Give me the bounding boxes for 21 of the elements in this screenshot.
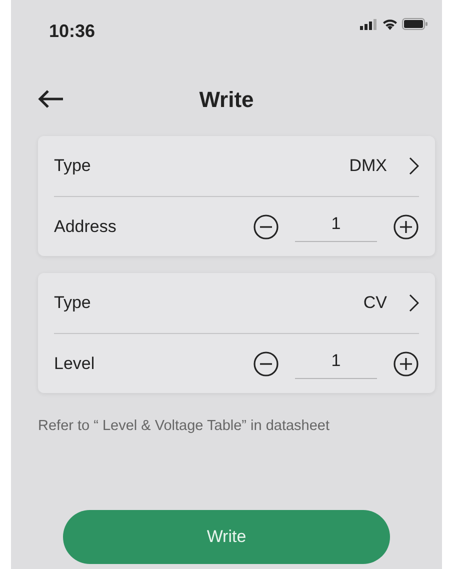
row-value: DMX bbox=[349, 155, 387, 178]
row-value: CV bbox=[363, 292, 387, 314]
signal-icon bbox=[360, 18, 378, 30]
battery-icon bbox=[402, 18, 428, 30]
plus-button[interactable] bbox=[393, 214, 419, 240]
back-button[interactable] bbox=[37, 89, 65, 109]
page-title: Write bbox=[199, 86, 254, 114]
value-field[interactable]: 1 bbox=[295, 348, 377, 379]
row-label: Level bbox=[54, 352, 96, 375]
chevron-icon[interactable] bbox=[409, 157, 419, 175]
minus-button[interactable] bbox=[253, 350, 279, 376]
hint-text: Refer to “ Level & Voltage Table” in datasheet bbox=[38, 417, 331, 436]
status-time: 10:36 bbox=[49, 20, 96, 43]
minus-button[interactable] bbox=[253, 214, 279, 240]
row-label: Address bbox=[54, 216, 118, 238]
row-label: Type bbox=[54, 155, 92, 178]
row-label: Type bbox=[54, 292, 92, 314]
plus-button[interactable] bbox=[393, 350, 419, 376]
value-field[interactable]: 1 bbox=[295, 211, 377, 242]
chevron-icon[interactable] bbox=[409, 294, 419, 312]
wifi-icon bbox=[382, 18, 398, 30]
